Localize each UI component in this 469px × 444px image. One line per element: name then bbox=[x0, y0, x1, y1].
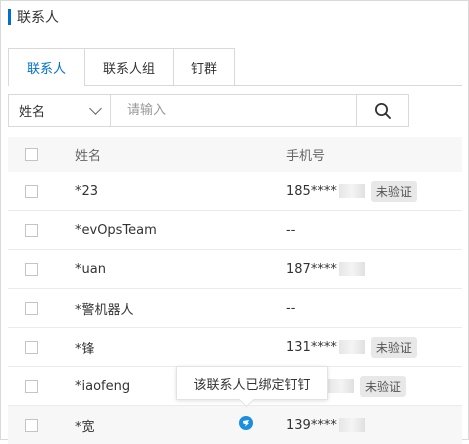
page-header: 联系人 bbox=[8, 7, 59, 27]
select-all-checkbox[interactable] bbox=[25, 148, 38, 161]
tab-dingtalk-groups[interactable]: 钉群 bbox=[173, 48, 235, 85]
tab-contact-groups[interactable]: 联系人组 bbox=[84, 48, 174, 85]
row-checkbox[interactable] bbox=[25, 184, 38, 198]
table-row[interactable]: *锋 131**** 未验证 bbox=[8, 328, 462, 367]
phone-number: -- bbox=[286, 300, 296, 316]
search-field-value: 姓名 bbox=[19, 105, 46, 120]
contact-phone: 139**** bbox=[286, 418, 365, 433]
row-checkbox[interactable] bbox=[25, 301, 38, 315]
phone-number: 187**** bbox=[286, 261, 337, 277]
phone-number: 139**** bbox=[286, 417, 337, 433]
tab-bar: 联系人 联系人组 钉群 bbox=[8, 48, 462, 86]
contact-name: *evOpsTeam bbox=[75, 222, 157, 238]
contact-phone: -- bbox=[286, 223, 295, 238]
contact-name: *锋 bbox=[75, 341, 95, 357]
contact-name: *uan bbox=[75, 261, 106, 277]
table-row[interactable]: *警机器人 -- bbox=[8, 289, 462, 328]
dingtalk-wing-icon bbox=[243, 420, 249, 427]
contact-phone: 187**** bbox=[286, 262, 365, 277]
unverified-badge: 未验证 bbox=[360, 375, 407, 397]
search-icon bbox=[374, 102, 391, 119]
table-header: 姓名 手机号 bbox=[8, 137, 462, 172]
search-field-select[interactable]: 姓名 bbox=[9, 95, 111, 126]
unverified-badge: 未验证 bbox=[370, 336, 417, 358]
table-row[interactable]: *uan 187**** bbox=[8, 250, 462, 289]
contact-name: *iaofeng bbox=[75, 378, 131, 394]
dingtalk-bound-icon[interactable] bbox=[239, 416, 253, 430]
contact-phone: -- bbox=[286, 301, 295, 316]
row-checkbox[interactable] bbox=[25, 223, 38, 237]
contacts-panel: 联系人 联系人 联系人组 钉群 姓名 姓名 手机号 *23 bbox=[0, 0, 469, 444]
search-bar: 姓名 bbox=[8, 94, 409, 127]
contact-phone: 131**** 未验证 bbox=[286, 336, 417, 358]
phone-number: -- bbox=[286, 222, 296, 238]
phone-mask bbox=[338, 340, 365, 354]
phone-number: 185**** bbox=[286, 183, 337, 199]
chevron-down-icon bbox=[89, 102, 102, 115]
table-row[interactable]: *23 185**** 未验证 bbox=[8, 172, 462, 211]
contact-phone: 185**** 未验证 bbox=[286, 180, 417, 202]
row-checkbox[interactable] bbox=[25, 262, 38, 276]
phone-number: 131**** bbox=[286, 339, 337, 355]
row-checkbox[interactable] bbox=[25, 379, 38, 393]
tooltip-text: 该联系人已绑定钉钉 bbox=[193, 377, 311, 393]
search-button[interactable] bbox=[356, 95, 408, 126]
page-title: 联系人 bbox=[17, 10, 59, 26]
row-checkbox[interactable] bbox=[25, 340, 38, 354]
column-header-phone: 手机号 bbox=[286, 149, 326, 164]
table-row[interactable]: *宽 139**** bbox=[8, 406, 462, 444]
title-accent-bar bbox=[8, 9, 11, 25]
phone-mask bbox=[338, 418, 365, 432]
search-input-wrapper bbox=[111, 95, 356, 126]
contact-name: *警机器人 bbox=[75, 302, 134, 318]
dingtalk-bound-tooltip: 该联系人已绑定钉钉 bbox=[176, 366, 328, 408]
search-input[interactable] bbox=[125, 102, 342, 119]
unverified-badge: 未验证 bbox=[370, 180, 417, 202]
tab-contacts[interactable]: 联系人 bbox=[8, 48, 85, 86]
column-header-name: 姓名 bbox=[75, 149, 102, 164]
contact-phone: 未验证 bbox=[326, 375, 407, 397]
phone-mask bbox=[338, 184, 365, 198]
row-checkbox[interactable] bbox=[25, 418, 38, 432]
contact-name: *23 bbox=[75, 183, 99, 199]
contact-name: *宽 bbox=[75, 419, 95, 435]
table-row[interactable]: *evOpsTeam -- bbox=[8, 211, 462, 250]
phone-mask bbox=[338, 262, 365, 276]
phone-mask bbox=[328, 379, 354, 393]
